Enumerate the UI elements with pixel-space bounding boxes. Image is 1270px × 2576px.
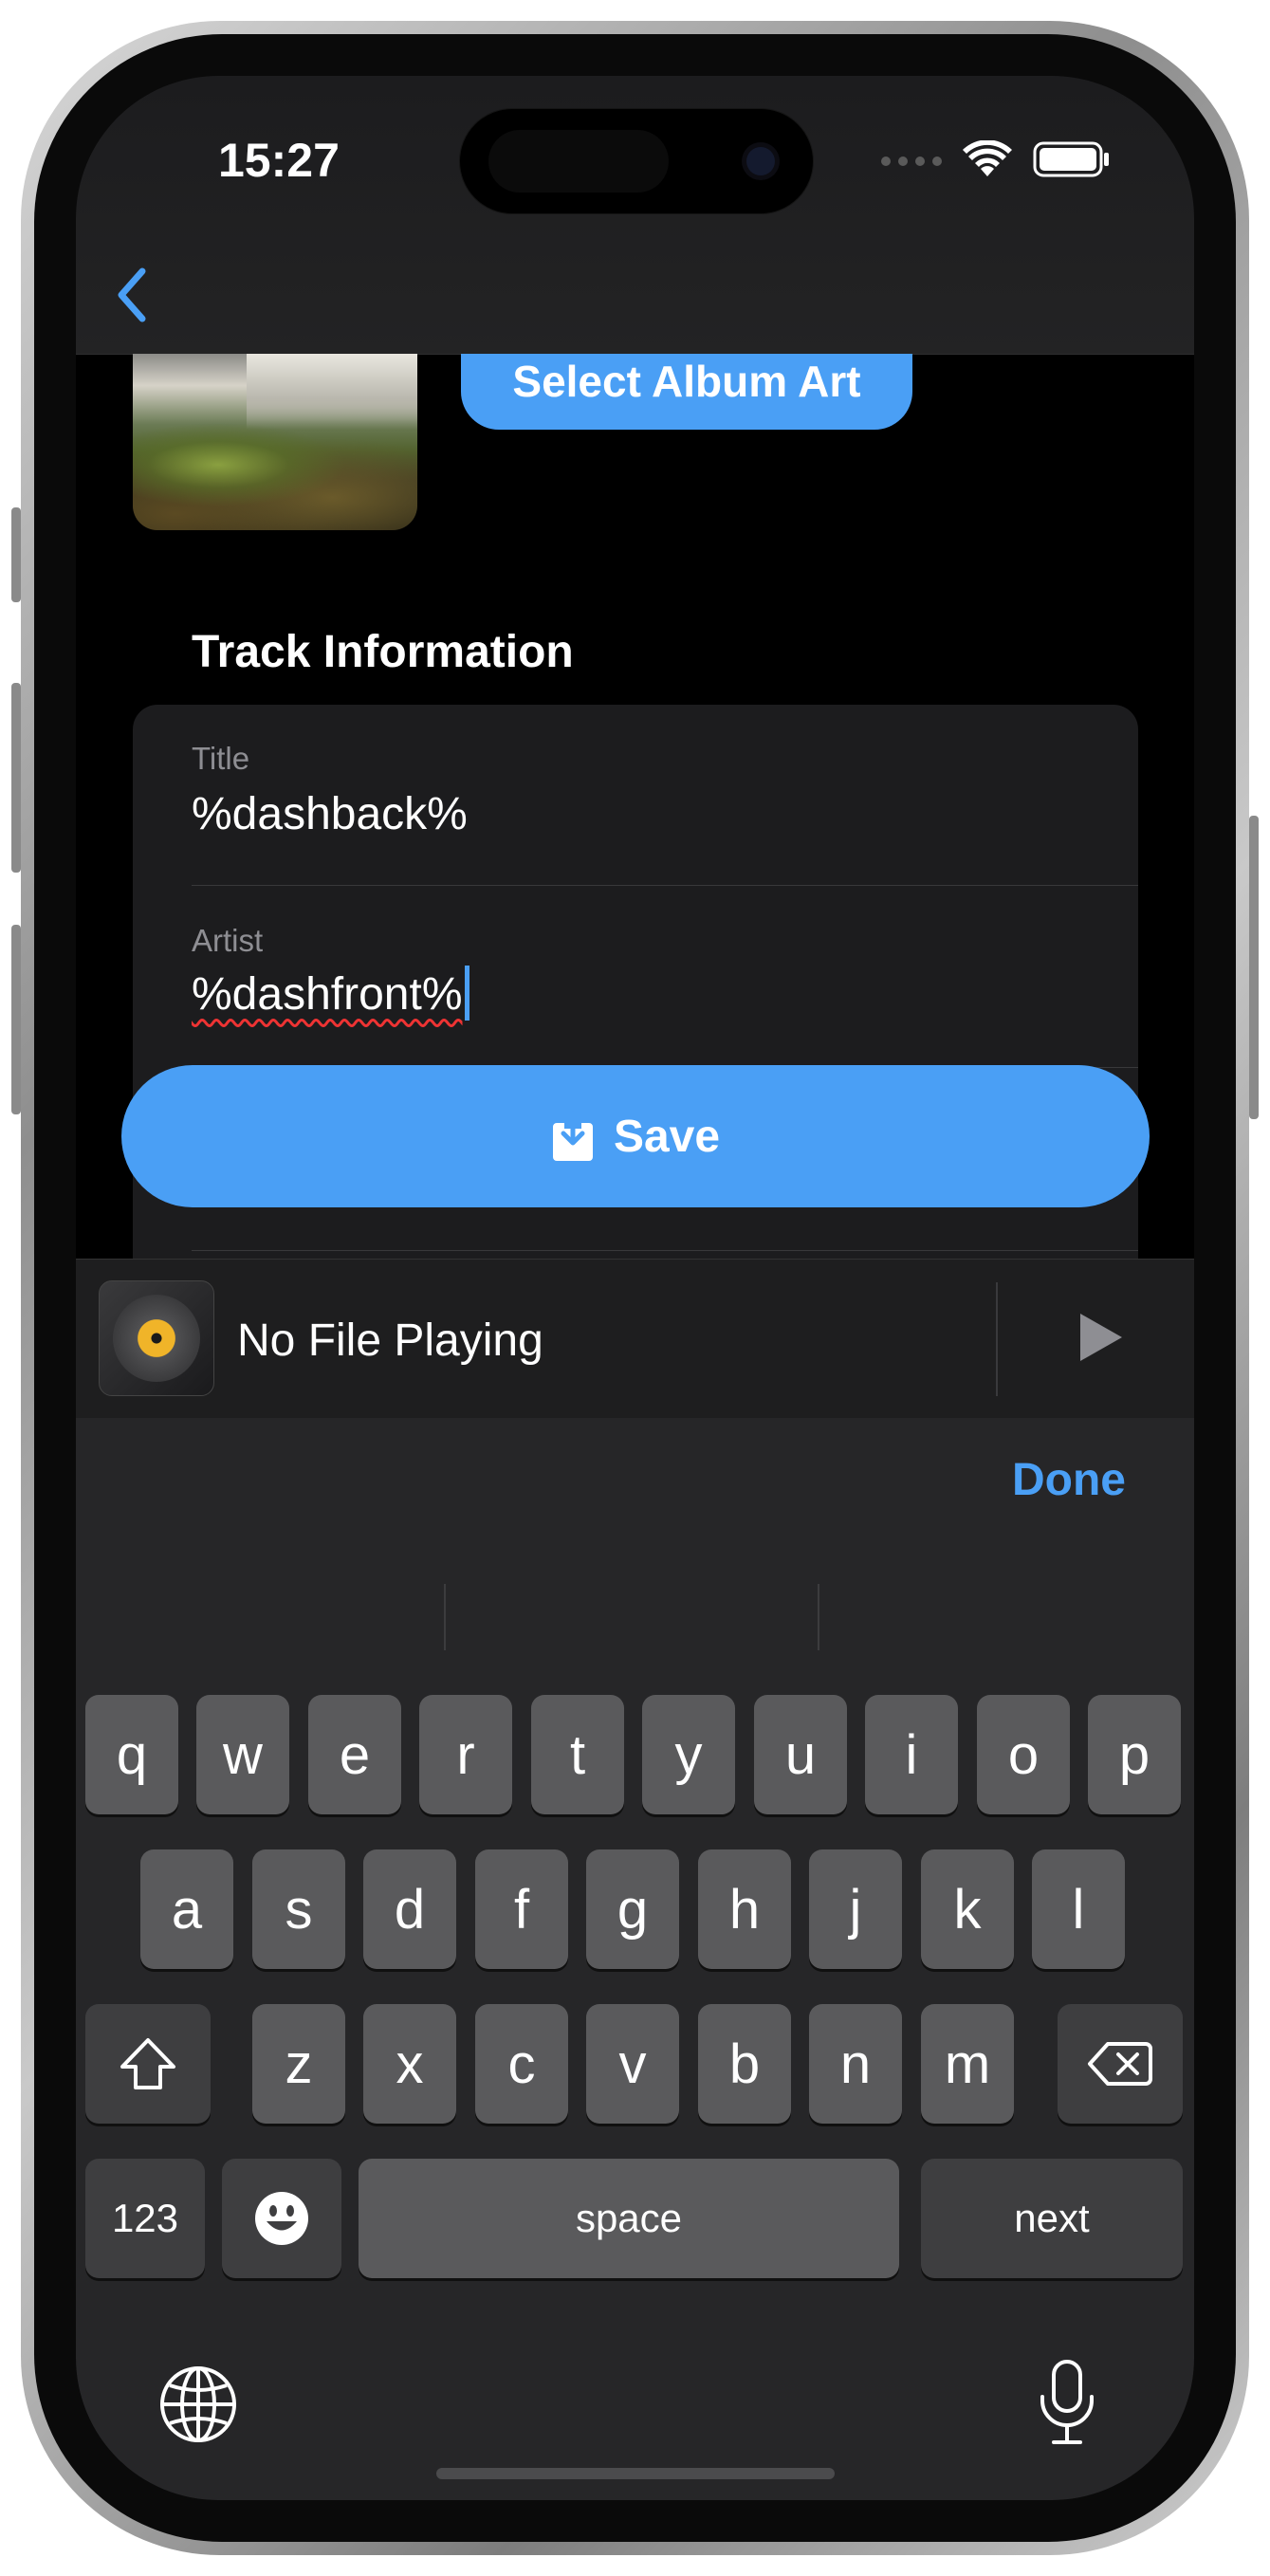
island-sensor [488, 130, 669, 193]
key-l[interactable]: l [1032, 1849, 1125, 1969]
delete-key[interactable] [1058, 2004, 1183, 2124]
key-r[interactable]: r [419, 1695, 512, 1814]
chevron-left-icon [118, 267, 146, 322]
globe-icon [160, 2366, 236, 2442]
album-art-rocks [133, 420, 417, 530]
key-i[interactable]: i [865, 1695, 958, 1814]
prediction-divider [444, 1584, 446, 1650]
album-art-waterfall [247, 354, 417, 430]
key-z[interactable]: z [252, 2004, 345, 2124]
key-f[interactable]: f [475, 1849, 568, 1969]
text-cursor [464, 966, 469, 1021]
dynamic-island [459, 108, 814, 214]
field-divider [192, 1250, 1138, 1251]
home-indicator[interactable] [436, 2468, 835, 2479]
key-s[interactable]: s [252, 1849, 345, 1969]
artist-field[interactable]: %dashfront% [192, 966, 469, 1024]
now-playing-title: No File Playing [237, 1316, 543, 1366]
mini-player[interactable]: No File Playing [76, 1259, 1194, 1420]
key-x[interactable]: x [363, 2004, 456, 2124]
play-button[interactable] [1072, 1309, 1129, 1366]
key-j[interactable]: j [809, 1849, 902, 1969]
key-d[interactable]: d [363, 1849, 456, 1969]
key-w[interactable]: w [196, 1695, 289, 1814]
dictation-button[interactable] [1029, 2355, 1105, 2450]
keyboard: q w e r t y u i o p a s d f g h j k l z … [76, 1541, 1194, 2500]
key-k[interactable]: k [921, 1849, 1014, 1969]
disc-icon [113, 1295, 200, 1382]
signal-dots-icon [881, 156, 942, 166]
save-button[interactable]: Save [121, 1065, 1150, 1207]
next-key[interactable]: next [921, 2159, 1183, 2278]
key-p[interactable]: p [1088, 1695, 1181, 1814]
key-u[interactable]: u [754, 1695, 847, 1814]
keyboard-accessory-bar: Done [76, 1418, 1194, 1541]
key-o[interactable]: o [977, 1695, 1070, 1814]
microphone-icon [1040, 2360, 1094, 2444]
screen: 15:27 Select Album Art Track Information… [76, 76, 1194, 2500]
key-c[interactable]: c [475, 2004, 568, 2124]
track-info-card: Title %dashback% Artist %dashfront% [133, 705, 1138, 1312]
shift-icon [120, 2038, 175, 2089]
globe-button[interactable] [156, 2362, 241, 2447]
action-button [11, 507, 21, 602]
power-button [1249, 816, 1259, 1119]
shift-key[interactable] [85, 2004, 211, 2124]
title-field[interactable]: %dashback% [192, 788, 468, 840]
emoji-key[interactable] [222, 2159, 341, 2278]
select-album-art-label: Select Album Art [512, 357, 861, 406]
player-divider [996, 1282, 998, 1396]
status-time: 15:27 [218, 134, 340, 187]
artist-field-label: Artist [192, 923, 264, 958]
done-button[interactable]: Done [1012, 1454, 1126, 1506]
battery-icon [1033, 140, 1111, 183]
emoji-icon [255, 2192, 308, 2245]
numbers-key[interactable]: 123 [85, 2159, 205, 2278]
download-icon [552, 1111, 593, 1161]
save-button-label: Save [613, 1111, 721, 1162]
back-button[interactable] [102, 262, 159, 328]
front-camera [746, 147, 775, 175]
play-icon [1080, 1314, 1122, 1361]
key-v[interactable]: v [586, 2004, 679, 2124]
select-album-art-button[interactable]: Select Album Art [461, 354, 912, 430]
prediction-divider [818, 1584, 819, 1650]
volume-up-button [11, 683, 21, 873]
volume-down-button [11, 925, 21, 1114]
album-art-thumbnail [133, 354, 417, 530]
key-b[interactable]: b [698, 2004, 791, 2124]
field-divider [192, 885, 1138, 886]
key-m[interactable]: m [921, 2004, 1014, 2124]
key-t[interactable]: t [531, 1695, 624, 1814]
wifi-icon [963, 138, 1012, 183]
key-q[interactable]: q [85, 1695, 178, 1814]
key-y[interactable]: y [642, 1695, 735, 1814]
key-h[interactable]: h [698, 1849, 791, 1969]
status-indicators [881, 138, 1111, 183]
key-n[interactable]: n [809, 2004, 902, 2124]
delete-icon [1088, 2042, 1152, 2086]
key-g[interactable]: g [586, 1849, 679, 1969]
key-a[interactable]: a [140, 1849, 233, 1969]
player-artwork [99, 1280, 214, 1396]
key-e[interactable]: e [308, 1695, 401, 1814]
title-field-label: Title [192, 741, 250, 776]
space-key[interactable]: space [359, 2159, 899, 2278]
section-header-track-information: Track Information [192, 627, 574, 677]
artist-field-value: %dashfront% [192, 969, 463, 1020]
